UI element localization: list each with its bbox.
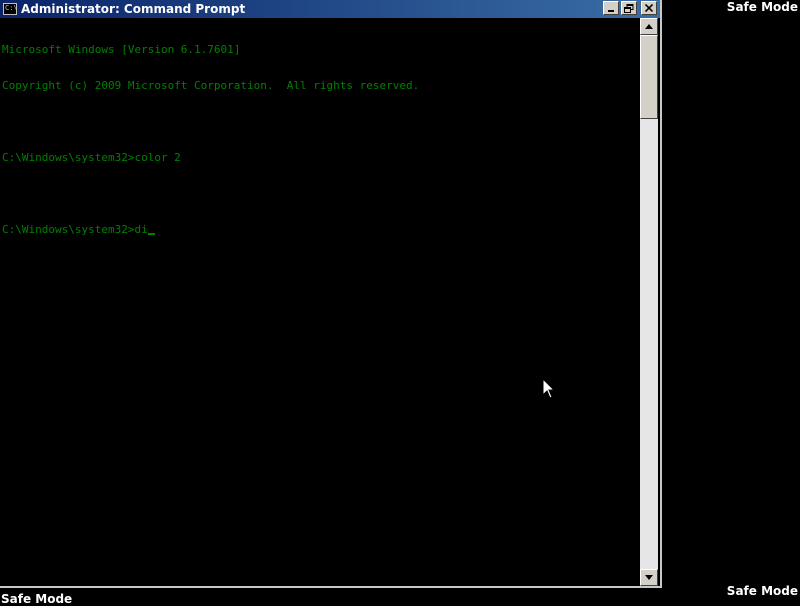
safe-mode-label-top-right: Safe Mode — [726, 0, 798, 14]
console-line: Copyright (c) 2009 Microsoft Corporation… — [2, 79, 420, 92]
console-line: Microsoft Windows [Version 6.1.7601] — [2, 43, 241, 56]
vertical-scrollbar[interactable] — [640, 18, 658, 586]
title-bar[interactable]: C:\ Administrator: Command Prompt — [0, 0, 660, 18]
console-input-text: C:\Windows\system32>di — [2, 223, 148, 236]
console-input-line[interactable]: C:\Windows\system32>di — [2, 224, 640, 236]
mouse-pointer-icon — [542, 378, 556, 399]
console-line: C:\Windows\system32>color 2 — [2, 151, 181, 164]
close-icon — [645, 4, 653, 12]
command-prompt-window[interactable]: C:\ Administrator: Command Prompt Micros… — [0, 0, 662, 588]
window-title: Administrator: Command Prompt — [21, 2, 246, 16]
safe-mode-label-bottom-right: Safe Mode — [726, 584, 798, 598]
text-cursor — [147, 233, 155, 235]
arrow-up-icon — [645, 24, 653, 29]
safe-mode-label-bottom-left: Safe Mode — [1, 592, 73, 606]
arrow-down-icon — [645, 575, 653, 580]
scrollbar-thumb[interactable] — [640, 35, 658, 119]
close-button[interactable] — [641, 1, 657, 15]
cmd-icon[interactable]: C:\ — [3, 3, 17, 15]
caption-buttons — [603, 1, 657, 15]
scroll-down-button[interactable] — [640, 569, 658, 586]
minimize-icon — [608, 10, 614, 12]
restore-icon — [624, 3, 634, 13]
restore-button[interactable] — [621, 1, 637, 15]
console-output[interactable]: Microsoft Windows [Version 6.1.7601] Cop… — [0, 18, 640, 586]
scroll-up-button[interactable] — [640, 18, 658, 35]
minimize-button[interactable] — [603, 1, 619, 15]
